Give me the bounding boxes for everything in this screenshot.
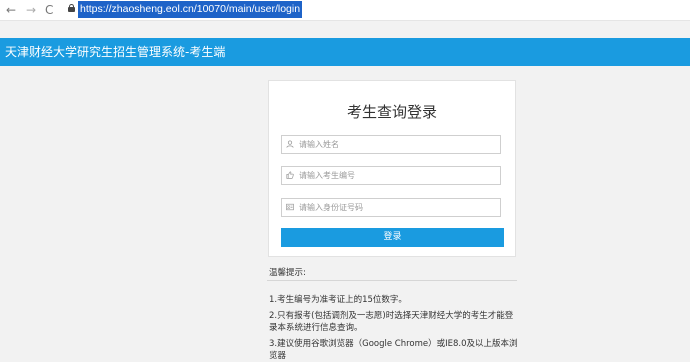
app-title: 天津财经大学研究生招生管理系统-考生端 xyxy=(5,45,226,59)
id-card-icon xyxy=(286,203,294,211)
thumbs-up-icon xyxy=(286,171,294,179)
candidate-number-input[interactable] xyxy=(299,167,494,184)
notes-title: 温馨提示: xyxy=(269,268,306,278)
login-title: 考生查询登录 xyxy=(346,103,437,121)
user-icon xyxy=(286,140,294,148)
login-button[interactable]: 登录 xyxy=(281,228,504,247)
name-field[interactable] xyxy=(281,135,501,154)
notes-divider xyxy=(267,280,517,281)
candidate-number-field[interactable] xyxy=(281,166,501,185)
note-item: 2.只有报考(包括调剂及一志愿)时选择天津财经大学的考生才能登录本系统进行信息查… xyxy=(269,311,514,333)
back-arrow-icon[interactable]: ← xyxy=(6,2,16,18)
id-number-input[interactable] xyxy=(299,199,494,216)
login-card: 考生查询登录 登录 xyxy=(268,80,516,257)
lock-icon xyxy=(68,4,75,12)
id-number-field[interactable] xyxy=(281,198,501,217)
note-item: 1.考生编号为准考证上的15位数字。 xyxy=(269,295,407,305)
note-item: 3.建议使用谷歌浏览器（Google Chrome）或IE8.0及以上版本浏览器 xyxy=(269,339,518,361)
forward-arrow-icon[interactable]: → xyxy=(26,2,36,18)
app-header: 天津财经大学研究生招生管理系统-考生端 xyxy=(0,38,690,66)
address-bar[interactable]: https://zhaosheng.eol.cn/10070/main/user… xyxy=(78,1,303,18)
reload-icon[interactable]: C xyxy=(45,2,53,18)
name-input[interactable] xyxy=(299,136,494,153)
browser-toolbar: ← → C https://zhaosheng.eol.cn/10070/mai… xyxy=(0,0,690,21)
